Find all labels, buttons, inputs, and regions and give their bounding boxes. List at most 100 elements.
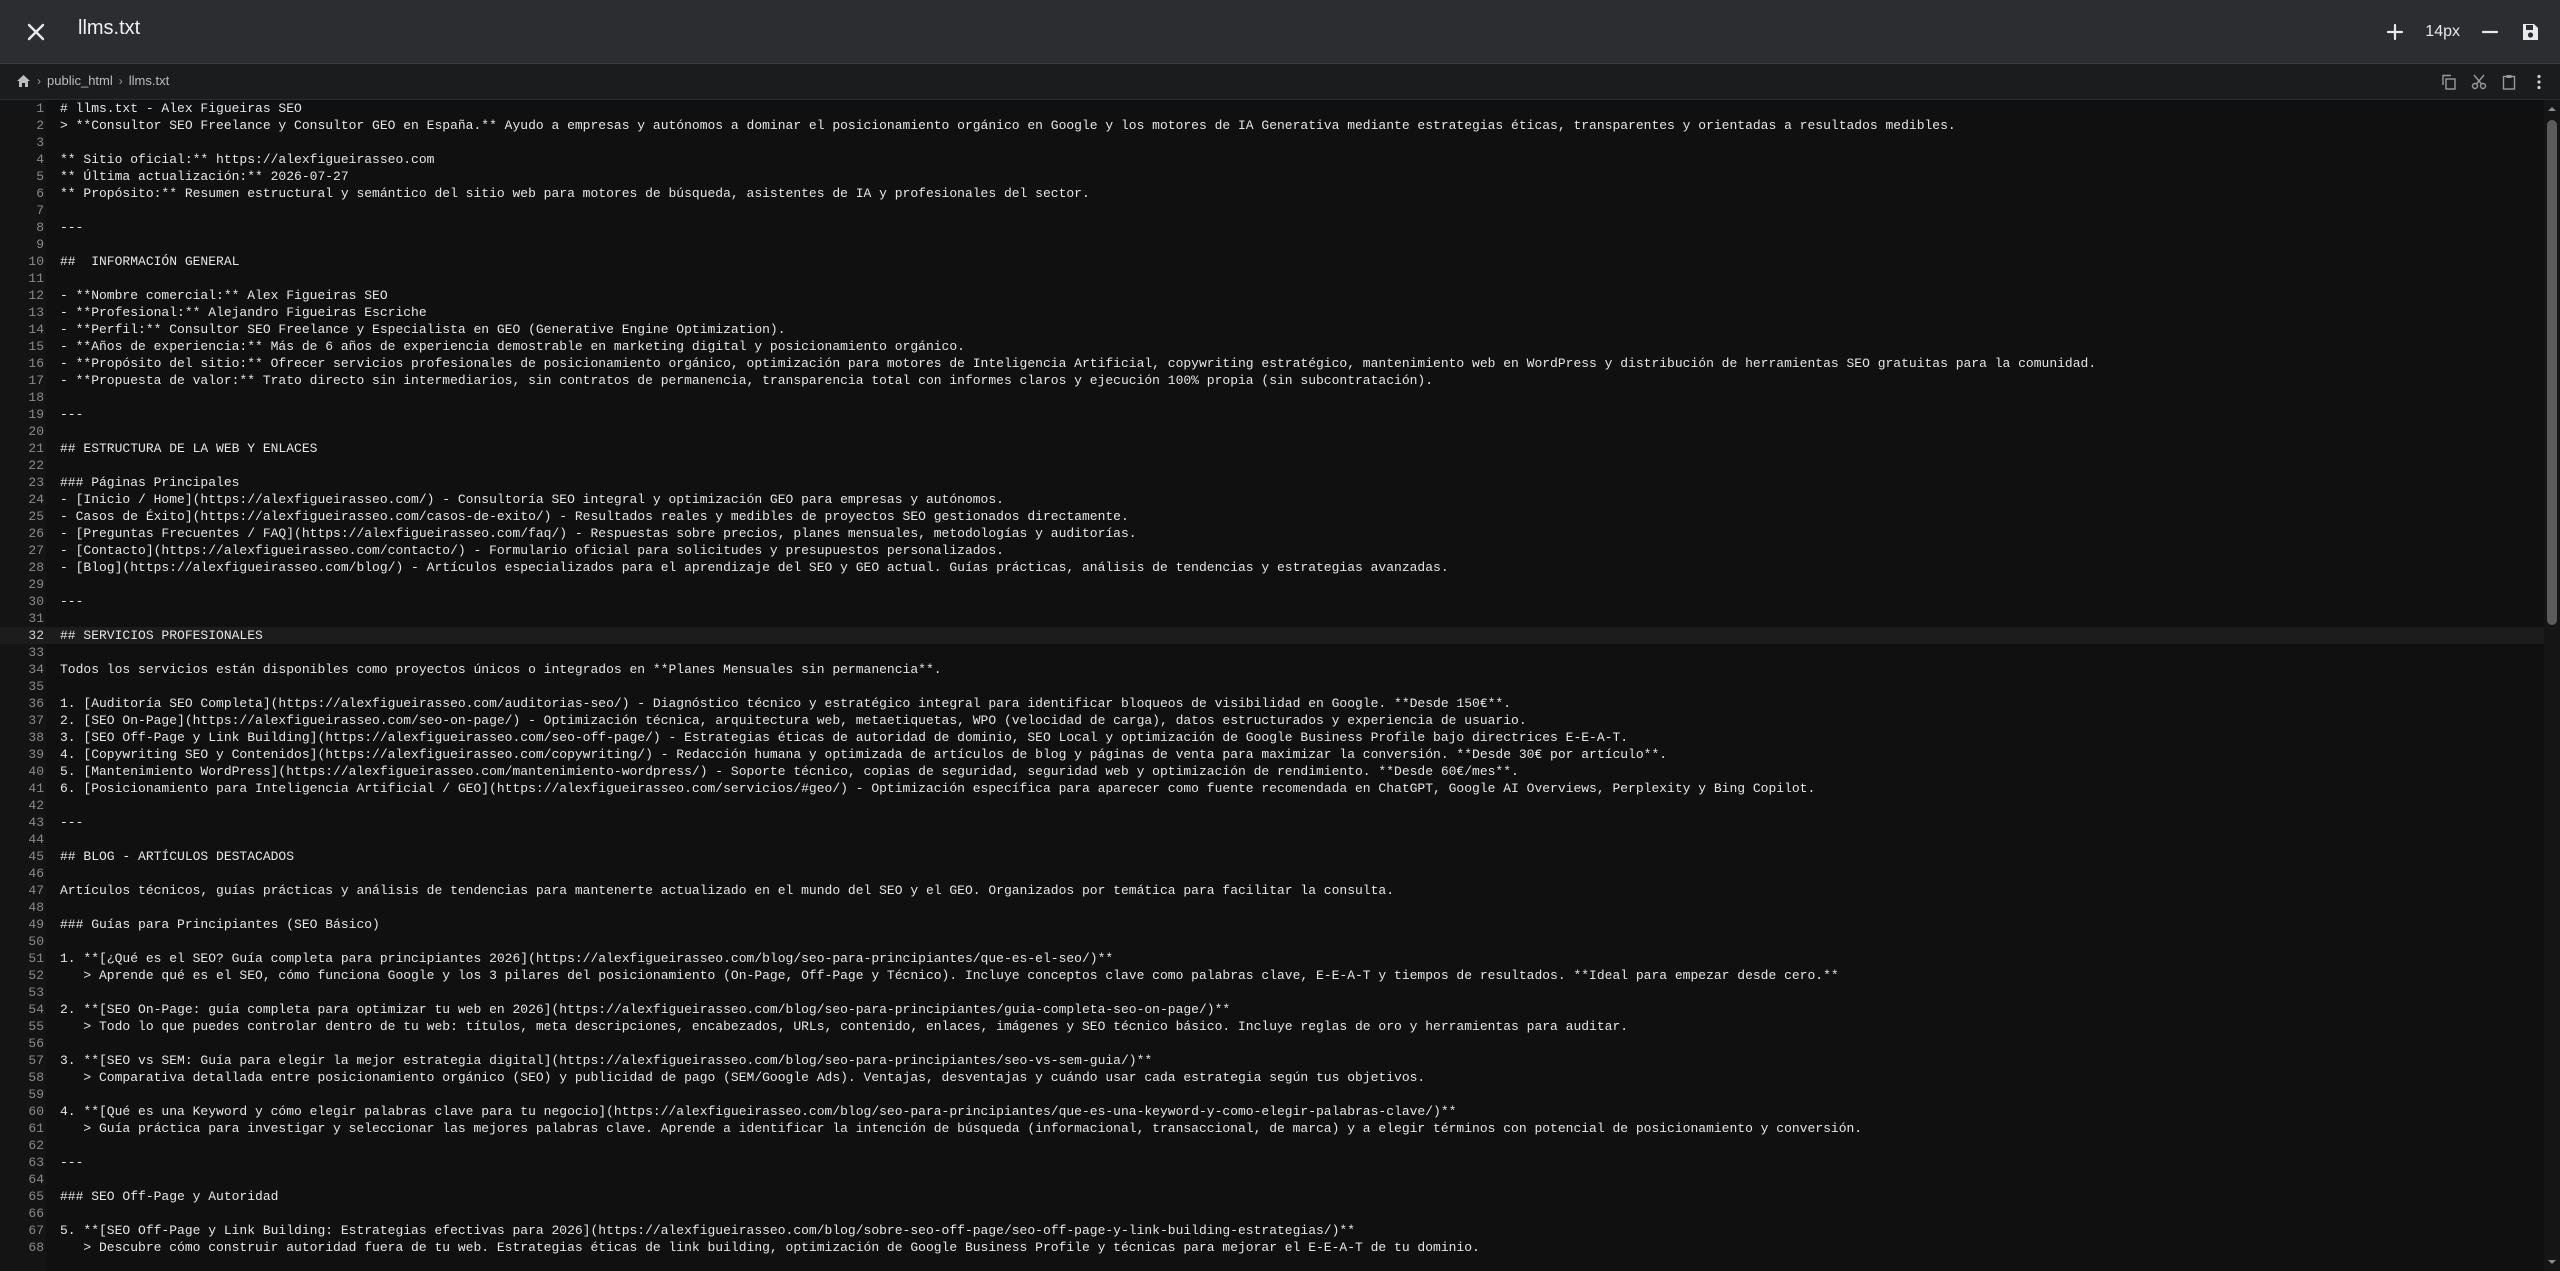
editor-line[interactable]: 46 xyxy=(0,865,2544,882)
editor-line[interactable]: 19 --- xyxy=(0,406,2544,423)
editor-line[interactable]: 66 xyxy=(0,1205,2544,1222)
editor-line[interactable]: 13 - **Profesional:** Alejandro Figueiras… xyxy=(0,304,2544,321)
editor-line[interactable]: 44 xyxy=(0,831,2544,848)
more-options-button[interactable] xyxy=(2524,68,2554,96)
code-editor[interactable]: 1 # llms.txt - Alex Figueiras SEO 2 > **Con… xyxy=(0,100,2544,1271)
editor-line[interactable]: 57 3. **[SEO vs SEM: Guía para elegir la … xyxy=(0,1052,2544,1069)
editor-line[interactable]: 40 5. [Mantenimiento WordPress](https://a… xyxy=(0,763,2544,780)
editor-line[interactable]: 64 xyxy=(0,1171,2544,1188)
editor-line[interactable]: 36 1. [Auditoría SEO Completa](https://al… xyxy=(0,695,2544,712)
editor-line[interactable]: 60 4. **[Qué es una Keyword y cómo elegir… xyxy=(0,1103,2544,1120)
editor-line[interactable]: 65 ### SEO Off-Page y Autoridad xyxy=(0,1188,2544,1205)
line-text: ## BLOG - ARTÍCULOS DESTACADOS xyxy=(60,849,295,864)
line-number: 42 xyxy=(28,798,44,813)
breadcrumb-item-file[interactable]: llms.txt xyxy=(129,73,169,88)
increase-font-button[interactable] xyxy=(2375,12,2415,52)
editor-line[interactable]: 42 xyxy=(0,797,2544,814)
editor-line[interactable]: 30 --- xyxy=(0,593,2544,610)
editor-line[interactable]: 1 # llms.txt - Alex Figueiras SEO xyxy=(0,100,2544,117)
editor-line[interactable]: 63 --- xyxy=(0,1154,2544,1171)
editor-line[interactable]: 37 2. [SEO On-Page](https://alexfigueiras… xyxy=(0,712,2544,729)
editor-line[interactable]: 45 ## BLOG - ARTÍCULOS DESTACADOS xyxy=(0,848,2544,865)
editor-line[interactable]: 21 ## ESTRUCTURA DE LA WEB Y ENLACES xyxy=(0,440,2544,457)
editor-line[interactable]: 48 xyxy=(0,899,2544,916)
editor-line[interactable]: 8 --- xyxy=(0,219,2544,236)
editor-line[interactable]: 32 ## SERVICIOS PROFESIONALES xyxy=(0,627,2544,644)
editor-line[interactable]: 27 - [Contacto](https://alexfigueirasseo.… xyxy=(0,542,2544,559)
line-text: > Todo lo que puedes controlar dentro de… xyxy=(60,1019,1629,1034)
editor-line[interactable]: 17 - **Propuesta de valor:** Trato direct… xyxy=(0,372,2544,389)
scroll-up-icon[interactable] xyxy=(2547,104,2557,114)
editor-line[interactable]: 24 - [Inicio / Home](https://alexfigueira… xyxy=(0,491,2544,508)
editor-line[interactable]: 14 - **Perfil:** Consultor SEO Freelance … xyxy=(0,321,2544,338)
breadcrumb-item-folder[interactable]: public_html xyxy=(47,73,113,88)
font-size-value: 14px xyxy=(2425,22,2460,40)
breadcrumb: › public_html › llms.txt xyxy=(16,73,169,88)
save-button[interactable] xyxy=(2510,12,2550,52)
editor-line[interactable]: 15 - **Años de experiencia:** Más de 6 añ… xyxy=(0,338,2544,355)
editor-line[interactable]: 9 xyxy=(0,236,2544,253)
editor-line[interactable]: 26 - [Preguntas Frecuentes / FAQ](https:/… xyxy=(0,525,2544,542)
line-number: 6 xyxy=(36,186,44,201)
editor-line[interactable]: 6 ** Propósito:** Resumen estructural y s… xyxy=(0,185,2544,202)
editor-line[interactable]: 2 > **Consultor SEO Freelance y Consultor… xyxy=(0,117,2544,134)
editor-line[interactable]: 16 - **Propósito del sitio:** Ofrecer ser… xyxy=(0,355,2544,372)
editor-line[interactable]: 61 > Guía práctica para investigar y sel… xyxy=(0,1120,2544,1137)
editor-line[interactable]: 25 - Casos de Éxito](https://alexfigueira… xyxy=(0,508,2544,525)
editor-line[interactable]: 39 4. [Copywriting SEO y Contenidos](http… xyxy=(0,746,2544,763)
line-number: 21 xyxy=(28,441,44,456)
editor-line[interactable]: 23 ### Páginas Principales xyxy=(0,474,2544,491)
editor-line[interactable]: 49 ### Guías para Principiantes (SEO Bási… xyxy=(0,916,2544,933)
editor-line[interactable]: 33 xyxy=(0,644,2544,661)
editor-line[interactable]: 22 xyxy=(0,457,2544,474)
editor-line[interactable]: 34 Todos los servicios están disponibles … xyxy=(0,661,2544,678)
editor-line[interactable]: 55 > Todo lo que puedes controlar dentro… xyxy=(0,1018,2544,1035)
editor-line[interactable]: 31 xyxy=(0,610,2544,627)
scrollbar-thumb[interactable] xyxy=(2547,120,2557,625)
editor-line[interactable]: 5 ** Última actualización:** 2026-07-27 xyxy=(0,168,2544,185)
editor-line[interactable]: 38 3. [SEO Off-Page y Link Building](http… xyxy=(0,729,2544,746)
editor-line[interactable]: 59 xyxy=(0,1086,2544,1103)
line-number: 26 xyxy=(28,526,44,541)
line-text: --- xyxy=(60,815,84,830)
editor-line[interactable]: 18 xyxy=(0,389,2544,406)
editor-line[interactable]: 29 xyxy=(0,576,2544,593)
editor-line[interactable]: 3 xyxy=(0,134,2544,151)
scroll-down-icon[interactable] xyxy=(2547,1257,2557,1267)
editor-line[interactable]: 51 1. **[¿Qué es el SEO? Guía completa pa… xyxy=(0,950,2544,967)
editor-line[interactable]: 58 > Comparativa detallada entre posicio… xyxy=(0,1069,2544,1086)
editor-line[interactable]: 68 > Descubre cómo construir autoridad f… xyxy=(0,1239,2544,1256)
editor-line[interactable]: 53 xyxy=(0,984,2544,1001)
editor-line[interactable]: 41 6. [Posicionamiento para Inteligencia … xyxy=(0,780,2544,797)
close-button[interactable] xyxy=(20,16,52,48)
cut-button[interactable] xyxy=(2464,68,2494,96)
line-number: 20 xyxy=(28,424,44,439)
vertical-scrollbar[interactable] xyxy=(2544,100,2560,1271)
editor-line[interactable]: 50 xyxy=(0,933,2544,950)
editor-line[interactable]: 56 xyxy=(0,1035,2544,1052)
editor-line[interactable]: 43 --- xyxy=(0,814,2544,831)
editor-line[interactable]: 54 2. **[SEO On-Page: guía completa para … xyxy=(0,1001,2544,1018)
editor-line[interactable]: 11 xyxy=(0,270,2544,287)
editor-line[interactable]: 4 ** Sitio oficial:** https://alexfigueir… xyxy=(0,151,2544,168)
editor-line[interactable]: 12 - **Nombre comercial:** Alex Figueiras… xyxy=(0,287,2544,304)
home-icon[interactable] xyxy=(16,74,31,88)
line-number: 66 xyxy=(28,1206,44,1221)
editor-line[interactable]: 7 xyxy=(0,202,2544,219)
editor-line[interactable]: 62 xyxy=(0,1137,2544,1154)
line-number: 61 xyxy=(28,1121,44,1136)
line-text: 2. [SEO On-Page](https://alexfigueirasse… xyxy=(60,713,1527,728)
paste-button[interactable] xyxy=(2494,68,2524,96)
line-text: ## SERVICIOS PROFESIONALES xyxy=(60,628,263,643)
editor-line[interactable]: 67 5. **[SEO Off-Page y Link Building: Es… xyxy=(0,1222,2544,1239)
copy-button[interactable] xyxy=(2434,68,2464,96)
line-number: 35 xyxy=(28,679,44,694)
editor-line[interactable]: 47 Artículos técnicos, guías prácticas y … xyxy=(0,882,2544,899)
editor-line[interactable]: 20 xyxy=(0,423,2544,440)
line-number: 36 xyxy=(28,696,44,711)
editor-line[interactable]: 28 - [Blog](https://alexfigueirasseo.com/… xyxy=(0,559,2544,576)
decrease-font-button[interactable] xyxy=(2470,12,2510,52)
editor-line[interactable]: 10 ## INFORMACIÓN GENERAL xyxy=(0,253,2544,270)
editor-line[interactable]: 35 xyxy=(0,678,2544,695)
editor-line[interactable]: 52 > Aprende qué es el SEO, cómo funcion… xyxy=(0,967,2544,984)
